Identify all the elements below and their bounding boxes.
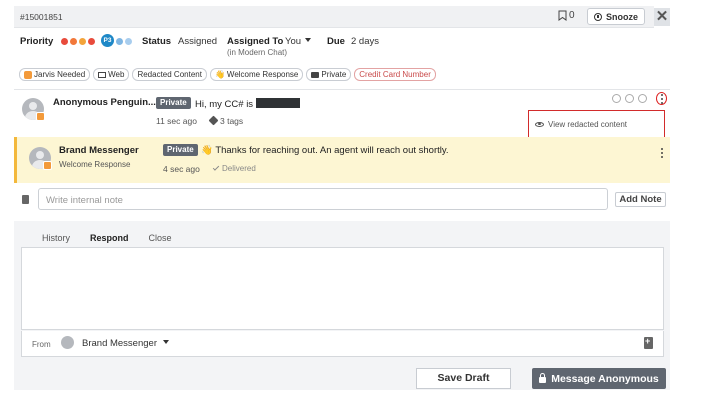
message-time: 4 sec ago <box>163 164 200 174</box>
status-label: Status <box>142 36 172 47</box>
caret-down-icon <box>305 38 312 42</box>
internal-note-input[interactable]: Write internal note <box>38 188 608 210</box>
smiley-icon[interactable] <box>638 94 647 103</box>
message-time: 11 sec ago <box>156 116 197 126</box>
close-icon[interactable]: ✕ <box>654 8 670 26</box>
channel-badge-icon <box>43 161 52 170</box>
more-options-icon[interactable] <box>657 93 667 105</box>
from-row: From Brand Messenger <box>21 331 664 357</box>
priority-label: Priority <box>20 36 54 47</box>
view-redacted-menu-item[interactable]: View redacted content <box>528 110 665 138</box>
tag-label: Web <box>108 70 125 79</box>
clock-icon <box>594 12 602 21</box>
view-redacted-label: View redacted content <box>548 119 628 129</box>
footer-actions: Save Draft Message Anonymous <box>14 359 670 390</box>
message-sender[interactable]: Anonymous Penguin... <box>53 97 156 108</box>
tag-list: Jarvis Needed Web Redacted Content 👋 Welc… <box>19 68 436 81</box>
message-text: 👋 Thanks for reaching out. An agent will… <box>201 145 449 156</box>
message-text-content: Thanks for reaching out. An agent will r… <box>215 145 449 156</box>
snooze-label: Snooze <box>606 11 639 22</box>
delivery-status: Delivered <box>211 164 256 173</box>
jarvis-icon <box>24 70 32 79</box>
send-message-label: Message Anonymous <box>551 372 659 385</box>
response-editor[interactable] <box>21 247 664 330</box>
assigned-label: Assigned To <box>227 36 284 47</box>
tag-label: Private <box>321 70 347 79</box>
from-dropdown[interactable]: Brand Messenger <box>82 338 169 349</box>
tag-jarvis-needed[interactable]: Jarvis Needed <box>19 68 91 81</box>
reaction-icons <box>612 94 647 103</box>
priority-selected-badge[interactable]: P3 <box>101 34 114 47</box>
ticket-properties: Priority P3 Status Assigned Assigned To … <box>20 34 660 66</box>
wave-icon: 👋 <box>214 70 225 79</box>
lock-icon <box>311 71 320 78</box>
tag-web[interactable]: Web <box>93 68 130 81</box>
priority-dot[interactable] <box>61 38 68 45</box>
priority-dot[interactable] <box>79 38 86 45</box>
check-icon <box>212 164 220 171</box>
redacted-block <box>256 98 301 108</box>
from-label: From <box>32 340 51 349</box>
delivery-status-label: Delivered <box>222 164 256 173</box>
due-label: Due <box>327 36 345 47</box>
tag-redacted-content[interactable]: Redacted Content <box>132 68 207 81</box>
tag-label: Redacted Content <box>137 70 202 79</box>
tag-welcome-response[interactable]: 👋 Welcome Response <box>209 68 304 81</box>
channel-badge-icon <box>36 112 45 121</box>
save-draft-button[interactable]: Save Draft <box>416 368 511 389</box>
tag-icon <box>208 115 219 126</box>
send-message-button[interactable]: Message Anonymous <box>532 368 666 389</box>
caret-down-icon <box>162 340 169 344</box>
message-sender[interactable]: Brand Messenger <box>59 145 139 156</box>
smiley-icon[interactable] <box>625 94 634 103</box>
snooze-button[interactable]: Snooze <box>587 8 646 25</box>
priority-dot[interactable] <box>125 38 132 45</box>
message-text-content: Hi, my CC# is <box>195 99 254 110</box>
assigned-value: You <box>285 36 302 47</box>
message-tags-label: 3 tags <box>220 116 244 126</box>
lock-icon <box>539 373 547 383</box>
tag-label: Welcome Response <box>226 70 299 79</box>
more-options-icon[interactable] <box>657 147 667 159</box>
tag-label: Credit Card Number <box>359 70 431 79</box>
attach-file-icon[interactable] <box>644 336 653 349</box>
message-subtitle: Welcome Response <box>59 160 131 169</box>
private-badge: Private <box>163 144 198 156</box>
ticket-header: #15001851 0 Snooze ✕ <box>14 6 670 28</box>
from-value: Brand Messenger <box>82 338 157 349</box>
tag-credit-card-number[interactable]: Credit Card Number <box>354 68 436 81</box>
message-text: Hi, my CC# is <box>195 98 301 110</box>
message-tags[interactable]: 3 tags <box>208 115 244 126</box>
bookmark-count: 0 <box>569 10 575 21</box>
bookmark-icon <box>558 10 567 21</box>
monitor-icon <box>98 71 107 78</box>
assigned-sub: (in Modern Chat) <box>227 48 288 57</box>
priority-dot[interactable] <box>116 38 123 45</box>
smiley-icon[interactable] <box>612 94 621 103</box>
due-value[interactable]: 2 days <box>351 36 379 47</box>
tag-label: Jarvis Needed <box>34 70 86 79</box>
eye-icon <box>535 121 544 127</box>
tag-private[interactable]: Private <box>306 68 352 81</box>
composer: History Respond Close From Brand Messeng… <box>14 221 670 359</box>
bookmark-button[interactable]: 0 <box>558 10 575 21</box>
wave-icon: 👋 <box>201 145 213 156</box>
note-icon <box>22 195 29 204</box>
assigned-dropdown[interactable]: You <box>285 36 312 47</box>
private-badge: Private <box>156 97 191 109</box>
status-value[interactable]: Assigned <box>178 36 217 47</box>
avatar <box>61 336 74 349</box>
priority-dot[interactable] <box>70 38 77 45</box>
ticket-id: #15001851 <box>20 12 63 22</box>
ticket-panel: #15001851 0 Snooze ✕ Priority P3 Status … <box>14 6 670 390</box>
message-agent: Brand Messenger Welcome Response Private… <box>14 137 670 183</box>
priority-dot[interactable] <box>88 38 95 45</box>
add-note-button[interactable]: Add Note <box>615 192 666 207</box>
